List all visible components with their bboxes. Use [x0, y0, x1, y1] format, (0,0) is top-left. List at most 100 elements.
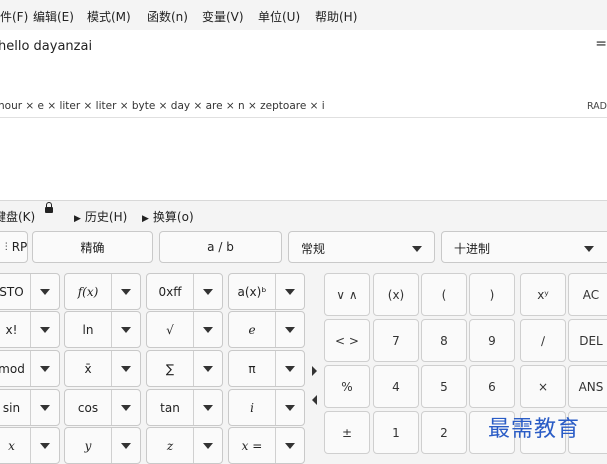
sum-dropdown[interactable] — [194, 351, 222, 386]
assign-x-button[interactable]: x = — [228, 427, 305, 464]
var-y-button[interactable]: y — [64, 427, 141, 464]
sin-dropdown[interactable] — [31, 390, 59, 425]
menu-functions[interactable]: 函数(n) — [147, 8, 188, 25]
var-z-button[interactable]: z — [146, 427, 223, 464]
angle-mode-indicator[interactable]: RAD — [587, 101, 607, 112]
mean-label[interactable]: x̄ — [65, 351, 112, 386]
pi-label[interactable]: π — [229, 351, 276, 386]
collapse-left-icon[interactable] — [312, 395, 317, 405]
equals-menu-icon[interactable]: = — [595, 36, 607, 52]
menu-units[interactable]: 单位(U) — [258, 8, 300, 25]
expression-input[interactable]: hello dayanzai = — [0, 30, 607, 98]
answer-button[interactable]: ANS — [568, 365, 607, 408]
digit-4-button[interactable]: 4 — [373, 365, 419, 408]
digit-7-button[interactable]: 7 — [373, 319, 419, 362]
var-x-dropdown[interactable] — [31, 428, 59, 463]
hex-dropdown[interactable] — [194, 274, 222, 309]
mod-label[interactable]: mod — [0, 351, 31, 386]
imaginary-dropdown[interactable] — [276, 390, 304, 425]
multiply-button[interactable]: × — [520, 365, 566, 408]
pi-button[interactable]: π — [228, 350, 305, 387]
ln-dropdown[interactable] — [112, 312, 140, 347]
open-paren-button[interactable]: ( — [421, 273, 467, 316]
euler-button[interactable]: e — [228, 311, 305, 348]
tab-history[interactable]: ▶ 历史(H) — [74, 208, 127, 225]
sum-label[interactable]: ∑ — [147, 351, 194, 386]
base-select[interactable]: 十进制 — [441, 231, 607, 263]
rpn-button[interactable]: ⋮⋮RP — [0, 231, 28, 263]
tan-label[interactable]: tan — [147, 390, 194, 425]
digit-9-button[interactable]: 9 — [469, 319, 515, 362]
tab-keypad[interactable]: 键盘(K) — [0, 208, 35, 225]
cos-button[interactable]: cos — [64, 389, 141, 426]
euler-label[interactable]: e — [229, 312, 276, 347]
sto-label[interactable]: STO — [0, 274, 31, 309]
menu-help[interactable]: 帮助(H) — [315, 8, 357, 25]
digit-1-button[interactable]: 1 — [373, 411, 419, 454]
menu-edit[interactable]: 编辑(E) — [33, 8, 74, 25]
function-button[interactable]: f(x) — [64, 273, 141, 310]
ln-label[interactable]: ln — [65, 312, 112, 347]
ln-button[interactable]: ln — [64, 311, 141, 348]
var-z-label[interactable]: z — [147, 428, 194, 463]
imaginary-label[interactable]: i — [229, 390, 276, 425]
menu-file[interactable]: 文件(F) — [0, 8, 28, 25]
tan-button[interactable]: tan — [146, 389, 223, 426]
mode-select[interactable]: 常规 — [288, 231, 435, 263]
imaginary-button[interactable]: i — [228, 389, 305, 426]
lock-icon[interactable] — [45, 202, 53, 213]
mean-button[interactable]: x̄ — [64, 350, 141, 387]
sin-button[interactable]: sin — [0, 389, 60, 426]
history-navigate-button[interactable]: ∨ ∧ — [324, 273, 370, 316]
sqrt-label[interactable]: √ — [147, 312, 194, 347]
factorial-dropdown[interactable] — [31, 312, 59, 347]
sqrt-dropdown[interactable] — [194, 312, 222, 347]
var-y-label[interactable]: y — [65, 428, 112, 463]
insert-x-button[interactable]: (x) — [373, 273, 419, 316]
sqrt-button[interactable]: √ — [146, 311, 223, 348]
hex-button[interactable]: 0xff — [146, 273, 223, 310]
tab-convert[interactable]: ▶ 换算(o) — [142, 208, 194, 225]
cos-dropdown[interactable] — [112, 390, 140, 425]
cos-label[interactable]: cos — [65, 390, 112, 425]
digit-5-button[interactable]: 5 — [421, 365, 467, 408]
mod-button[interactable]: mod — [0, 350, 60, 387]
delete-button[interactable]: DEL — [568, 319, 607, 362]
menu-mode[interactable]: 模式(M) — [87, 8, 131, 25]
power-function-button[interactable]: a(x)ᵇ — [228, 273, 305, 310]
var-x-button[interactable]: x — [0, 427, 60, 464]
function-dropdown[interactable] — [112, 274, 140, 309]
power-function-dropdown[interactable] — [276, 274, 304, 309]
var-z-dropdown[interactable] — [194, 428, 222, 463]
assign-x-dropdown[interactable] — [276, 428, 304, 463]
assign-x-label[interactable]: x = — [229, 428, 276, 463]
digit-6-button[interactable]: 6 — [469, 365, 515, 408]
pi-dropdown[interactable] — [276, 351, 304, 386]
tan-dropdown[interactable] — [194, 390, 222, 425]
percent-button[interactable]: % — [324, 365, 370, 408]
cursor-move-button[interactable]: < > — [324, 319, 370, 362]
mean-dropdown[interactable] — [112, 351, 140, 386]
var-y-dropdown[interactable] — [112, 428, 140, 463]
sto-dropdown[interactable] — [31, 274, 59, 309]
menu-variables[interactable]: 变量(V) — [202, 8, 244, 25]
divide-button[interactable]: ∕ — [520, 319, 566, 362]
factorial-button[interactable]: x! — [0, 311, 60, 348]
function-label[interactable]: f(x) — [65, 274, 112, 309]
euler-dropdown[interactable] — [276, 312, 304, 347]
sto-button[interactable]: STO — [0, 273, 60, 310]
sin-label[interactable]: sin — [0, 390, 31, 425]
exact-button[interactable]: 精确 — [32, 231, 153, 263]
mod-dropdown[interactable] — [31, 351, 59, 386]
factorial-label[interactable]: x! — [0, 312, 31, 347]
expand-right-icon[interactable] — [312, 366, 317, 376]
power-button[interactable]: xʸ — [520, 273, 566, 316]
digit-8-button[interactable]: 8 — [421, 319, 467, 362]
fraction-button[interactable]: a / b — [159, 231, 282, 263]
power-function-label[interactable]: a(x)ᵇ — [229, 274, 276, 309]
hex-label[interactable]: 0xff — [147, 274, 194, 309]
var-x-label[interactable]: x — [0, 428, 31, 463]
plus-minus-button[interactable]: ± — [324, 411, 370, 454]
sum-button[interactable]: ∑ — [146, 350, 223, 387]
close-paren-button[interactable]: ) — [469, 273, 515, 316]
